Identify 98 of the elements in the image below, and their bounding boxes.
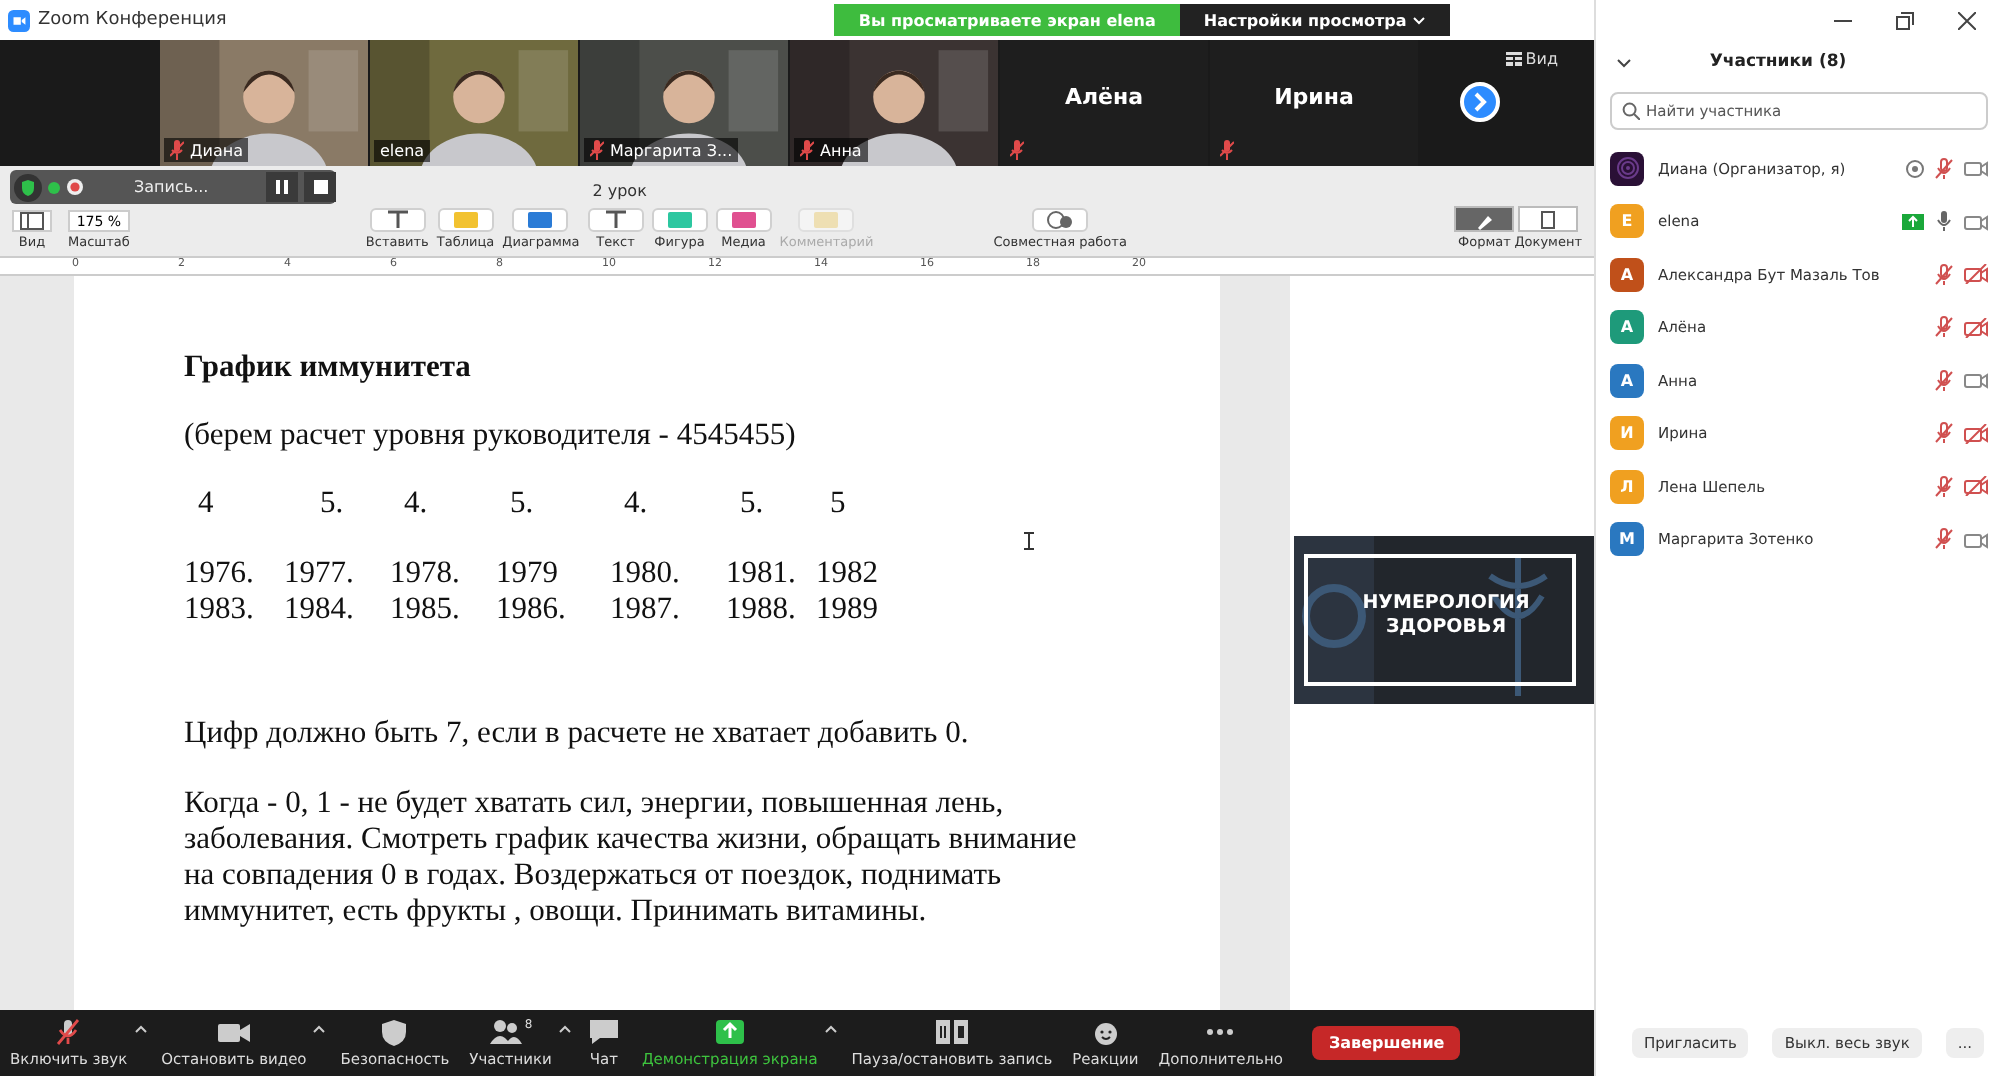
participant-name: Анна <box>820 141 862 159</box>
sharing-notice: Вы просматриваете экран elena <box>834 4 1180 36</box>
toolbar-button[interactable] <box>587 208 644 232</box>
year: 1987. <box>610 592 682 628</box>
collaborate-button[interactable] <box>1032 208 1089 232</box>
paragraph-icon <box>383 210 412 230</box>
year: 1976. <box>184 556 256 592</box>
caret-icon[interactable] <box>133 1024 148 1034</box>
year: 1983. <box>184 592 256 628</box>
search-icon <box>1622 102 1640 120</box>
close-icon[interactable] <box>1958 11 1976 29</box>
digit: 5 <box>828 486 848 522</box>
paragraph: Цифр должно быть 7, если в расчете не хватает добавить 0. <box>184 716 971 752</box>
comment-icon <box>812 210 841 230</box>
year: 1982 <box>816 556 880 592</box>
stop-button[interactable] <box>304 172 336 202</box>
paragraph: (берем расчет уровня руководителя - 4545455) <box>184 418 798 454</box>
recording-label: Запись... <box>134 178 211 196</box>
panel-title: Участники (8) <box>1707 52 1849 72</box>
view-settings-button[interactable]: Настройки просмотра <box>1179 4 1451 36</box>
year: 1989 <box>816 592 880 628</box>
year: 1979 <box>496 556 560 592</box>
caret-icon[interactable] <box>823 1024 838 1034</box>
pause-button[interactable] <box>266 172 298 202</box>
document-icon <box>1538 209 1559 229</box>
participant-name: elena <box>380 142 425 160</box>
window-title: Zoom Конференция <box>38 10 227 30</box>
speech-bubble-icon <box>585 1018 622 1046</box>
end-button[interactable]: Завершение <box>1312 1026 1461 1060</box>
banner-title: НУМЕРОЛОГИЯ ЗДОРОВЬЯ <box>1360 592 1532 640</box>
digit: 5. <box>738 486 766 522</box>
people-icon <box>488 1018 525 1046</box>
view-menu-button[interactable] <box>12 210 52 232</box>
caret-icon[interactable] <box>557 1024 572 1034</box>
avatar: А <box>1610 257 1644 292</box>
share-screen-icon <box>1902 213 1924 230</box>
digit: 4. <box>402 486 430 522</box>
shape-icon <box>665 210 694 230</box>
participant-name: Алёна <box>1062 84 1146 110</box>
next-page-button[interactable] <box>1460 82 1500 122</box>
zoom-logo-icon <box>8 9 30 31</box>
caret-icon <box>1412 15 1427 25</box>
restore-icon[interactable] <box>1896 11 1914 29</box>
camera-icon <box>215 1018 252 1046</box>
view-button[interactable]: Вид <box>1493 48 1570 70</box>
chevron-right-icon <box>1472 92 1488 112</box>
people-icon <box>1046 210 1075 230</box>
record-icon <box>1906 159 1924 178</box>
year: 1981. <box>726 556 798 592</box>
year: 1977. <box>284 556 356 592</box>
muted-mic-icon <box>590 140 604 160</box>
participant-name: Маргарита З... <box>610 141 733 159</box>
participant-name: Диана <box>190 141 243 159</box>
avatar: М <box>1610 522 1644 557</box>
year: 1986. <box>496 592 568 628</box>
avatar: E <box>1610 204 1644 239</box>
sidebar-icon <box>20 212 44 230</box>
text-icon <box>601 210 630 230</box>
media-icon <box>729 210 758 230</box>
document-title: 2 урок <box>592 182 647 200</box>
year: 1978. <box>390 556 462 592</box>
digit: 4 <box>196 486 216 522</box>
share-screen-icon <box>711 1018 748 1046</box>
toolbar-button[interactable] <box>512 208 569 232</box>
muted-mic-icon <box>170 140 184 160</box>
chart-icon <box>526 210 555 230</box>
caret-icon[interactable] <box>312 1024 327 1034</box>
shield-icon <box>14 173 42 201</box>
avatar: А <box>1610 363 1644 398</box>
panel-tab[interactable] <box>1454 206 1515 232</box>
paragraph: Когда - 0, 1 - не будет хватать сил, энергии, повышенная лень, заболевания. Смотреть график качества жизни, обращать внимание на совпадения 0 в годах. Воздержаться от поездок, поднимать иммунитет, есть фрукты , овощи. Принимать витамины. <box>184 786 1079 930</box>
muted-mic-icon <box>1010 140 1024 160</box>
year: 1988. <box>726 592 798 628</box>
stop-icon <box>313 180 327 194</box>
participant-name: Ирина <box>1272 84 1356 110</box>
digit: 4. <box>622 486 650 522</box>
grid-icon <box>1505 52 1522 66</box>
year: 1984. <box>284 592 356 628</box>
panel-tab[interactable] <box>1518 206 1579 232</box>
avatar: И <box>1610 416 1644 451</box>
digit: 5. <box>508 486 536 522</box>
toolbar-button[interactable] <box>369 208 426 232</box>
avatar: Л <box>1610 469 1644 504</box>
heading: График иммунитета <box>184 350 473 386</box>
toolbar-button[interactable] <box>715 208 772 232</box>
avatar: А <box>1610 310 1644 345</box>
digit: 5. <box>318 486 346 522</box>
muted-mic-icon <box>1220 140 1234 160</box>
text-cursor-icon <box>1024 532 1034 550</box>
muted-mic-icon <box>800 140 814 160</box>
pause-stop-icon <box>933 1018 970 1046</box>
table-icon <box>451 210 480 230</box>
year: 1980. <box>610 556 682 592</box>
status-dot-icon <box>48 181 60 193</box>
pause-icon <box>276 180 288 194</box>
record-icon <box>66 178 84 196</box>
year: 1985. <box>390 592 462 628</box>
collapse-icon[interactable] <box>1616 57 1632 67</box>
